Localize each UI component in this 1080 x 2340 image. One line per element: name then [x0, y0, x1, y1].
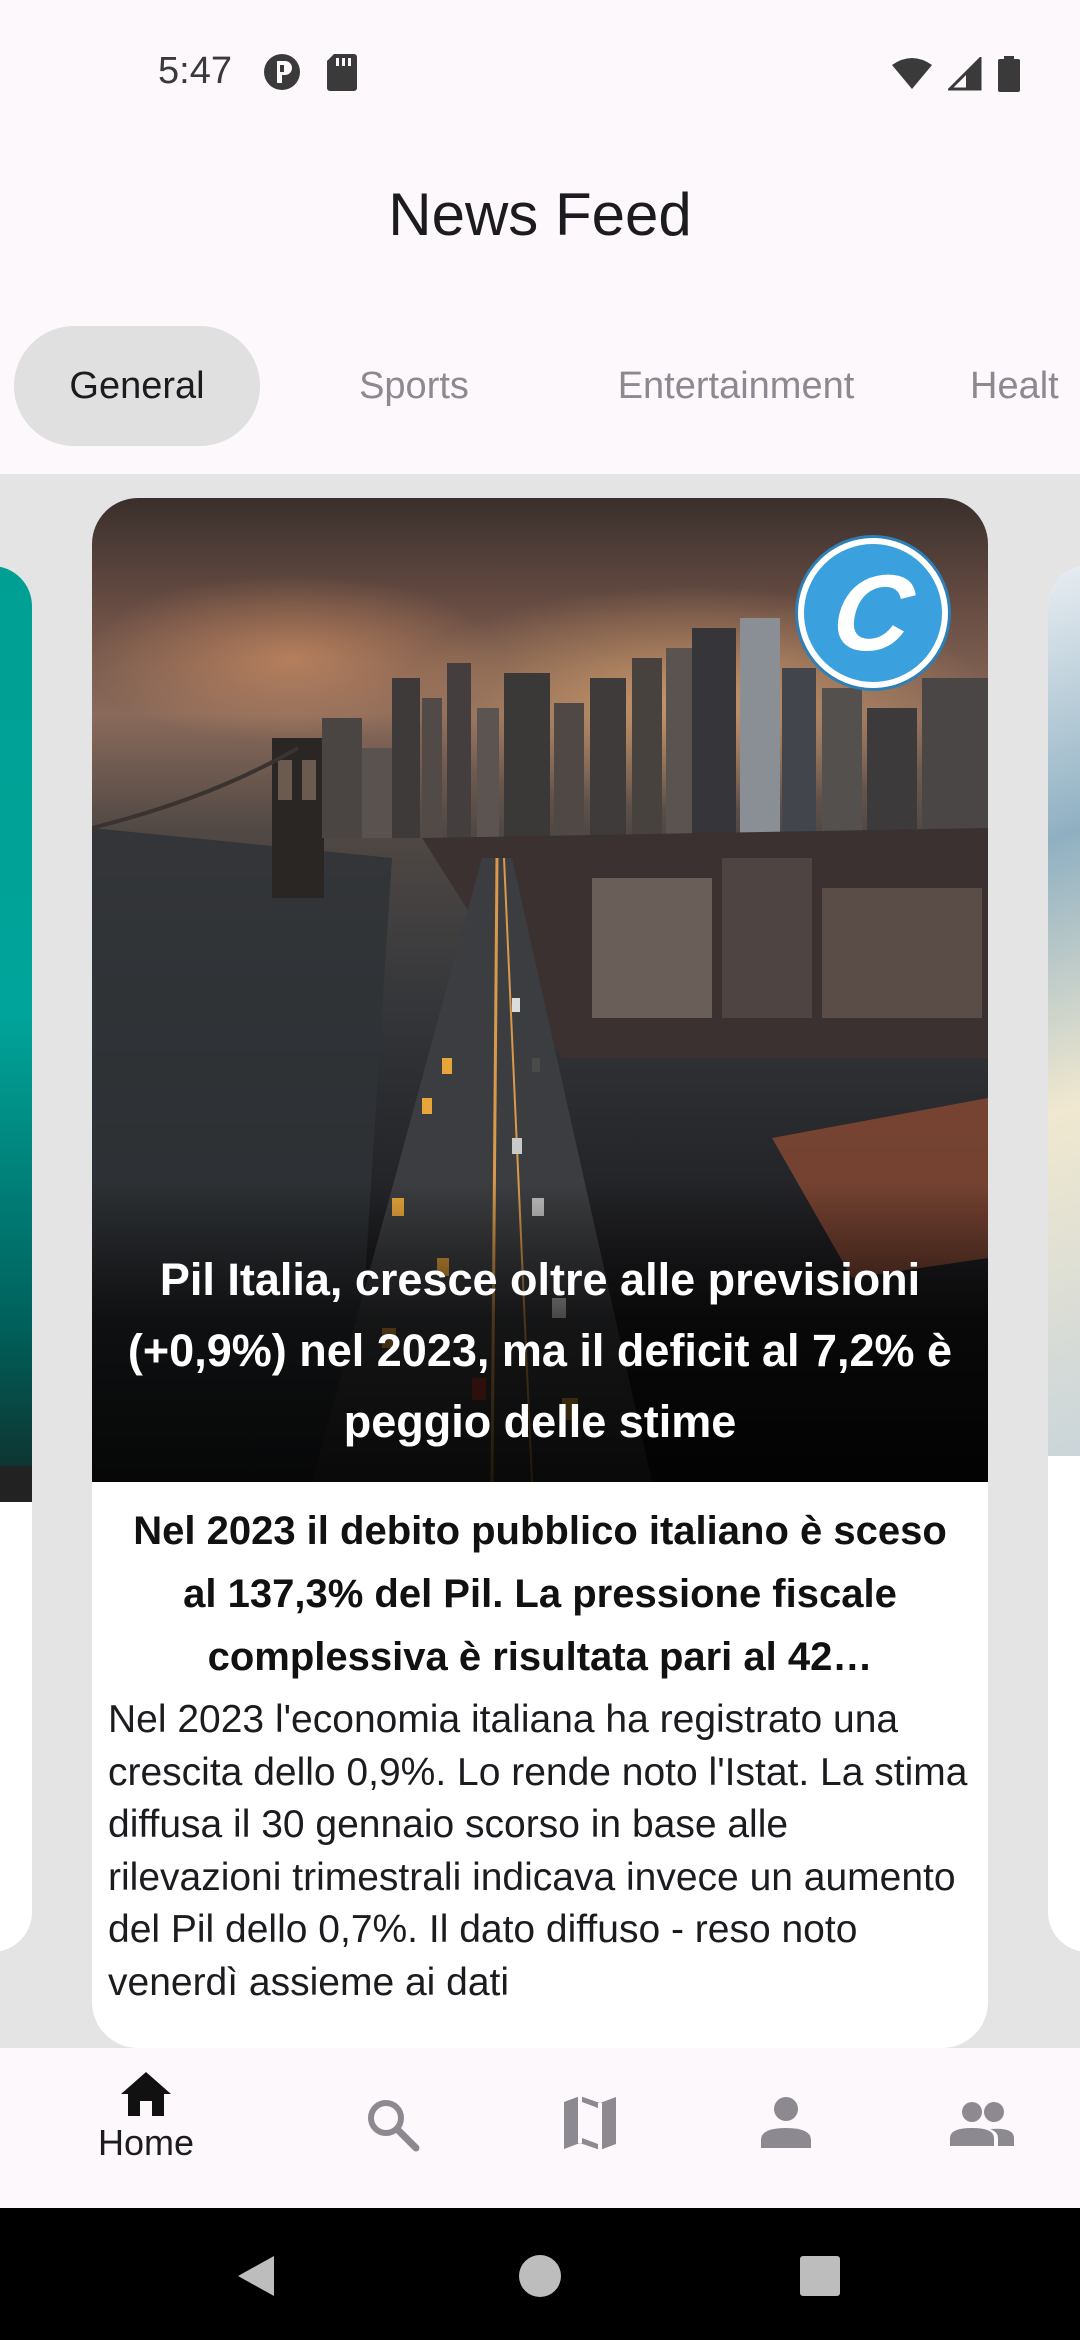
map-icon	[564, 2096, 616, 2150]
home-icon	[121, 2072, 171, 2116]
battery-icon	[998, 56, 1020, 97]
search-icon	[368, 2100, 420, 2152]
news-carousel[interactable]: Pil Italia, cresce oltre alle previsioni…	[0, 474, 1080, 2048]
cellular-signal-icon	[946, 55, 982, 96]
people-icon	[950, 2102, 1014, 2146]
next-article-card[interactable]	[1048, 566, 1080, 1952]
category-tabs: General Sports Entertainment Healt	[14, 326, 1080, 446]
article-body: Nel 2023 l'economia italiana ha registra…	[108, 1698, 968, 2004]
back-icon[interactable]	[238, 2256, 274, 2296]
nav-map[interactable]	[490, 2048, 690, 2208]
previous-article-card[interactable]	[0, 566, 32, 1952]
nav-profile[interactable]	[686, 2048, 886, 2208]
tab-sports[interactable]: Sports	[314, 326, 514, 446]
article-headline: Pil Italia, cresce oltre alle previsioni…	[127, 1254, 953, 1447]
tab-entertainment[interactable]: Entertainment	[576, 326, 896, 446]
nav-search[interactable]	[292, 2048, 492, 2208]
tab-health[interactable]: Healt	[970, 326, 1080, 446]
home-circle-icon[interactable]	[519, 2255, 561, 2297]
status-time: 5:47	[158, 50, 232, 92]
bottom-navigation: Home	[0, 2048, 1080, 2208]
source-logo-letter: C	[825, 552, 921, 673]
status-bar: 5:47	[0, 0, 1080, 150]
page-title: News Feed	[388, 181, 692, 248]
nav-home-label: Home	[97, 2122, 195, 2163]
source-logo[interactable]: C	[798, 538, 948, 688]
recents-icon[interactable]	[800, 2256, 840, 2296]
status-right-icons	[892, 55, 1020, 97]
previous-article-image	[0, 566, 32, 1466]
article-subtitle: Nel 2023 il debito pubblico italiano è s…	[133, 1509, 947, 1679]
sd-card-icon	[326, 52, 358, 97]
tab-general[interactable]: General	[14, 326, 260, 446]
person-icon	[761, 2097, 811, 2148]
nav-group[interactable]	[882, 2048, 1080, 2208]
wifi-icon	[892, 57, 932, 96]
next-article-image	[1048, 566, 1080, 1456]
media-app-icon	[262, 52, 302, 97]
article-card[interactable]: Pil Italia, cresce oltre alle previsioni…	[92, 498, 988, 2048]
nav-home[interactable]: Home	[46, 2048, 246, 2208]
system-navigation-bar	[0, 2208, 1080, 2340]
article-image: Pil Italia, cresce oltre alle previsioni…	[92, 498, 988, 1482]
status-left-icons	[262, 52, 358, 97]
